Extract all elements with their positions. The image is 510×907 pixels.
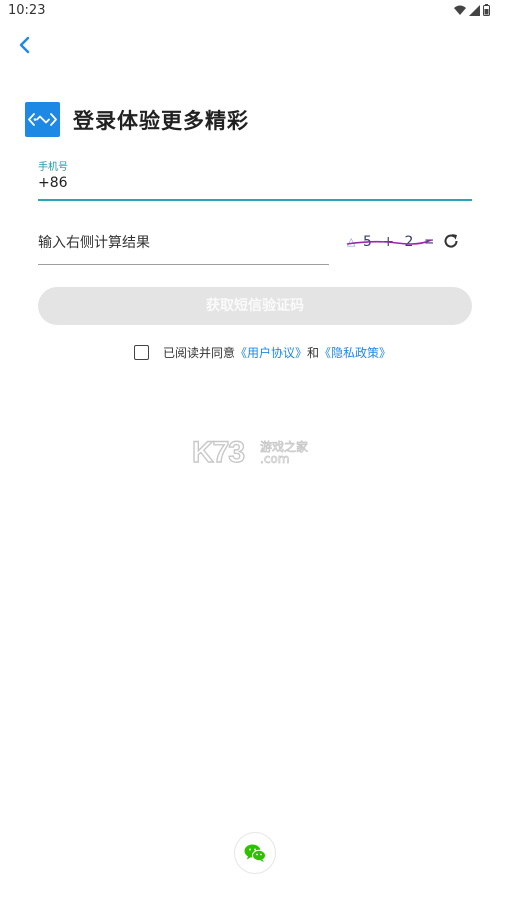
phone-field-underline <box>38 199 472 201</box>
refresh-icon <box>444 234 458 248</box>
app-logo <box>25 102 60 137</box>
signal-icon <box>469 4 480 16</box>
privacy-policy-link[interactable]: 《隐私政策》 <box>319 344 391 361</box>
code-logo-icon <box>28 113 57 126</box>
agreement-and: 和 <box>307 346 320 360</box>
svg-text:△: △ <box>347 235 356 248</box>
phone-field-label: 手机号 <box>38 162 68 173</box>
battery-icon <box>483 4 490 16</box>
agreement-row: 已阅读并同意 《用户协议》 和 《隐私政策》 <box>134 344 391 361</box>
user-agreement-link[interactable]: 《用户协议》 <box>235 344 307 361</box>
captcha-answer-input[interactable] <box>38 232 328 254</box>
chevron-left-icon <box>19 36 30 54</box>
captcha-refresh-button[interactable] <box>442 232 460 250</box>
get-sms-code-button[interactable]: 获取短信验证码 <box>38 287 472 325</box>
wechat-login-button[interactable] <box>234 832 276 874</box>
watermark-brand: K73 <box>191 435 245 469</box>
status-icons <box>454 4 490 16</box>
agreement-checkbox[interactable] <box>134 345 149 360</box>
status-bar: 10:23 <box>0 0 510 22</box>
captcha-answer-underline <box>38 264 329 265</box>
status-time: 10:23 <box>8 3 46 18</box>
page-title: 登录体验更多精彩 <box>73 109 249 133</box>
watermark: K73 游戏之家 .com <box>191 435 320 469</box>
back-button[interactable] <box>14 34 36 56</box>
agreement-prefix: 已阅读并同意 <box>163 346 236 360</box>
wechat-icon <box>244 844 266 862</box>
phone-field[interactable]: +86 <box>38 175 68 191</box>
watermark-domain: .com <box>260 452 290 467</box>
wifi-icon <box>454 5 466 15</box>
captcha-image[interactable]: △ 5 + 2 = <box>345 230 436 252</box>
